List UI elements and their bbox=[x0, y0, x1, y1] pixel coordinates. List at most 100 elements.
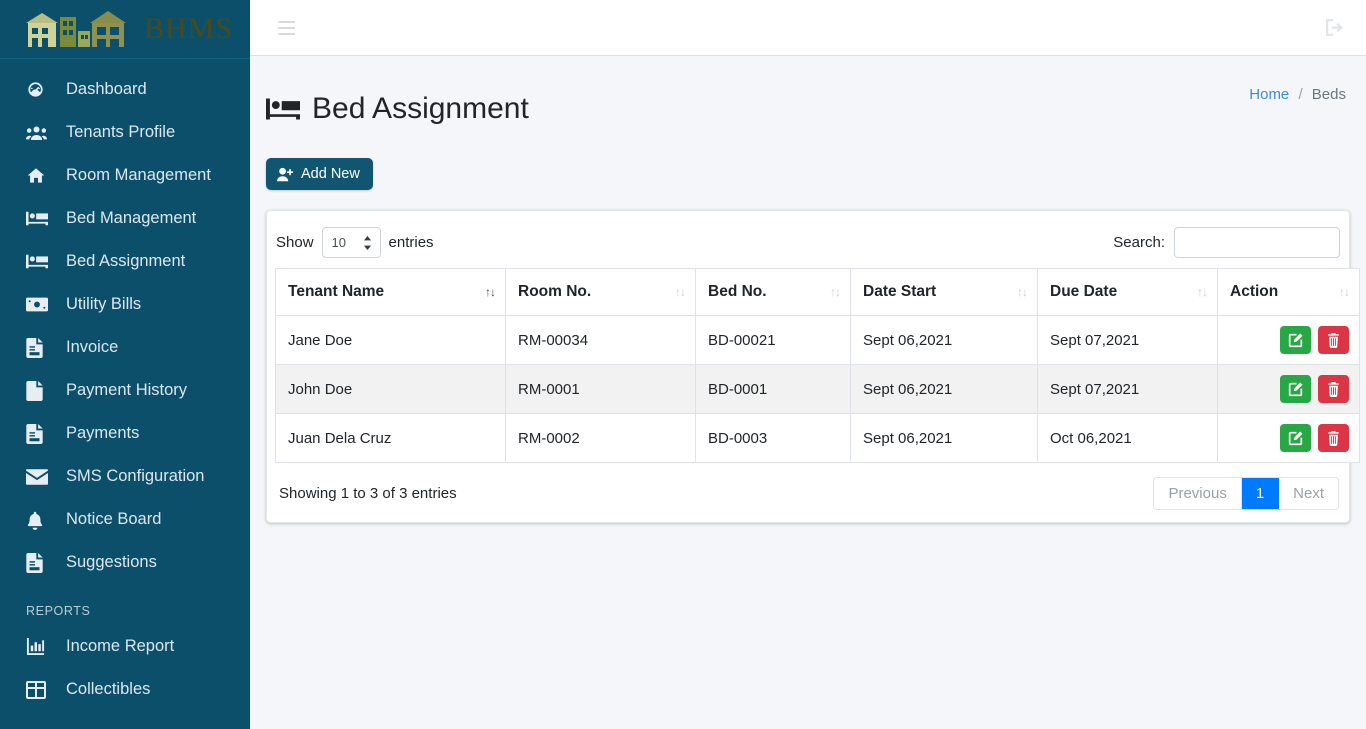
column-label: Room No. bbox=[518, 283, 591, 300]
content-wrapper: Bed Assignment Home / Beds Add New Show bbox=[250, 0, 1366, 729]
table-icon bbox=[26, 680, 52, 700]
cell-bed-no: BD-0003 bbox=[696, 414, 851, 463]
table-info: Showing 1 to 3 of 3 entries bbox=[279, 485, 457, 502]
bed-icon bbox=[26, 209, 52, 229]
cell-due-date: Sept 07,2021 bbox=[1038, 316, 1218, 365]
pagination-previous[interactable]: Previous bbox=[1154, 478, 1241, 509]
brand-title: BHMS bbox=[144, 14, 233, 44]
sidebar-item-label: Bed Assignment bbox=[66, 252, 185, 271]
sidebar-item-bed-management[interactable]: Bed Management bbox=[0, 197, 250, 240]
breadcrumb: Home / Beds bbox=[1249, 74, 1346, 103]
sidebar-item-tenants-profile[interactable]: Tenants Profile bbox=[0, 111, 250, 154]
cell-bed-no: BD-0001 bbox=[696, 365, 851, 414]
sort-icon: ↑↓ bbox=[485, 285, 495, 299]
sidebar-item-notice-board[interactable]: Notice Board bbox=[0, 498, 250, 541]
cell-room-no: RM-0002 bbox=[506, 414, 696, 463]
breadcrumb-current: Beds bbox=[1312, 86, 1346, 103]
column-header-due-date[interactable]: Due Date ↑↓ bbox=[1038, 269, 1218, 316]
sidebar-item-dashboard[interactable]: Dashboard bbox=[0, 68, 250, 111]
page-title-text: Bed Assignment bbox=[312, 94, 529, 124]
search-input[interactable] bbox=[1174, 227, 1340, 258]
hamburger-menu-icon[interactable] bbox=[274, 17, 299, 39]
table-row: Juan Dela Cruz RM-0002 BD-0003 Sept 06,2… bbox=[276, 414, 1360, 463]
edit-button[interactable] bbox=[1280, 326, 1311, 354]
sidebar-item-sms-configuration[interactable]: SMS Configuration bbox=[0, 455, 250, 498]
sidebar-item-room-management[interactable]: Room Management bbox=[0, 154, 250, 197]
column-header-room-no[interactable]: Room No. ↑↓ bbox=[506, 269, 696, 316]
column-header-bed-no[interactable]: Bed No. ↑↓ bbox=[696, 269, 851, 316]
delete-button[interactable] bbox=[1318, 424, 1349, 452]
sidebar-item-payment-history[interactable]: Payment History bbox=[0, 369, 250, 412]
file-icon bbox=[26, 381, 52, 401]
column-header-tenant-name[interactable]: Tenant Name ↑↓ bbox=[276, 269, 506, 316]
sidebar-item-label: Collectibles bbox=[66, 680, 150, 699]
column-header-action[interactable]: Action ↑↓ bbox=[1218, 269, 1360, 316]
table-header-row: Tenant Name ↑↓ Room No. ↑↓ Bed No. ↑↓ bbox=[276, 269, 1360, 316]
sidebar-item-payments[interactable]: Payments bbox=[0, 412, 250, 455]
cell-date-start: Sept 06,2021 bbox=[851, 365, 1038, 414]
sidebar-item-label: Payments bbox=[66, 424, 139, 443]
file-invoice-icon bbox=[26, 553, 52, 573]
brand[interactable]: BHMS bbox=[0, 0, 250, 59]
datatable-footer: Showing 1 to 3 of 3 entries Previous 1 N… bbox=[275, 463, 1341, 516]
sidebar-item-collectibles[interactable]: Collectibles bbox=[0, 668, 250, 711]
cell-room-no: RM-00034 bbox=[506, 316, 696, 365]
sidebar-item-bed-assignment[interactable]: Bed Assignment bbox=[0, 240, 250, 283]
chart-bar-icon bbox=[26, 637, 52, 657]
cell-bed-no: BD-00021 bbox=[696, 316, 851, 365]
cell-date-start: Sept 06,2021 bbox=[851, 316, 1038, 365]
home-icon bbox=[26, 166, 52, 186]
cell-tenant-name: Jane Doe bbox=[276, 316, 506, 365]
sidebar-item-label: Invoice bbox=[66, 338, 118, 357]
sign-out-icon[interactable] bbox=[1321, 14, 1348, 41]
sort-icon: ↑↓ bbox=[830, 285, 840, 299]
table-body: Jane Doe RM-00034 BD-00021 Sept 06,2021 … bbox=[276, 316, 1360, 463]
edit-button[interactable] bbox=[1280, 375, 1311, 403]
table-row: John Doe RM-0001 BD-0001 Sept 06,2021 Se… bbox=[276, 365, 1360, 414]
column-label: Tenant Name bbox=[288, 283, 384, 300]
cell-room-no: RM-0001 bbox=[506, 365, 696, 414]
sidebar-item-label: Utility Bills bbox=[66, 295, 141, 314]
delete-button[interactable] bbox=[1318, 375, 1349, 403]
bed-assignment-table: Tenant Name ↑↓ Room No. ↑↓ Bed No. ↑↓ bbox=[275, 268, 1360, 463]
sidebar-item-income-report[interactable]: Income Report bbox=[0, 625, 250, 668]
column-label: Date Start bbox=[863, 283, 936, 300]
cell-tenant-name: John Doe bbox=[276, 365, 506, 414]
pagination-page-1[interactable]: 1 bbox=[1242, 478, 1279, 509]
breadcrumb-separator: / bbox=[1298, 86, 1302, 103]
table-row: Jane Doe RM-00034 BD-00021 Sept 06,2021 … bbox=[276, 316, 1360, 365]
tachometer-icon bbox=[26, 80, 52, 100]
entries-select[interactable]: 10 25 50 100 bbox=[322, 227, 381, 258]
delete-button[interactable] bbox=[1318, 326, 1349, 354]
pagination-next[interactable]: Next bbox=[1279, 478, 1338, 509]
column-label: Due Date bbox=[1050, 283, 1117, 300]
bell-icon bbox=[26, 510, 52, 530]
buildings-logo-icon bbox=[22, 9, 142, 49]
page-header: Bed Assignment Home / Beds bbox=[250, 56, 1366, 144]
cell-action bbox=[1218, 414, 1360, 463]
show-label: Show bbox=[276, 234, 314, 251]
sidebar-item-label: Suggestions bbox=[66, 553, 157, 572]
breadcrumb-home[interactable]: Home bbox=[1249, 86, 1289, 103]
user-plus-icon bbox=[277, 167, 294, 182]
column-header-date-start[interactable]: Date Start ↑↓ bbox=[851, 269, 1038, 316]
sidebar-item-invoice[interactable]: Invoice bbox=[0, 326, 250, 369]
bed-icon bbox=[26, 252, 52, 272]
sidebar-item-label: Notice Board bbox=[66, 510, 161, 529]
money-bill-icon bbox=[26, 295, 52, 315]
cell-tenant-name: Juan Dela Cruz bbox=[276, 414, 506, 463]
column-label: Bed No. bbox=[708, 283, 767, 300]
datatable-controls: Show 10 25 50 100 ent bbox=[275, 221, 1341, 268]
column-label: Action bbox=[1230, 283, 1278, 300]
sidebar-item-suggestions[interactable]: Suggestions bbox=[0, 541, 250, 584]
sidebar-item-utility-bills[interactable]: Utility Bills bbox=[0, 283, 250, 326]
edit-button[interactable] bbox=[1280, 424, 1311, 452]
cell-action bbox=[1218, 365, 1360, 414]
envelope-icon bbox=[26, 467, 52, 487]
file-invoice-icon bbox=[26, 338, 52, 358]
sort-icon: ↑↓ bbox=[1197, 285, 1207, 299]
table-head: Tenant Name ↑↓ Room No. ↑↓ Bed No. ↑↓ bbox=[276, 269, 1360, 316]
add-new-button[interactable]: Add New bbox=[266, 158, 373, 190]
search-control: Search: bbox=[1113, 227, 1340, 258]
entries-label: entries bbox=[389, 234, 434, 251]
